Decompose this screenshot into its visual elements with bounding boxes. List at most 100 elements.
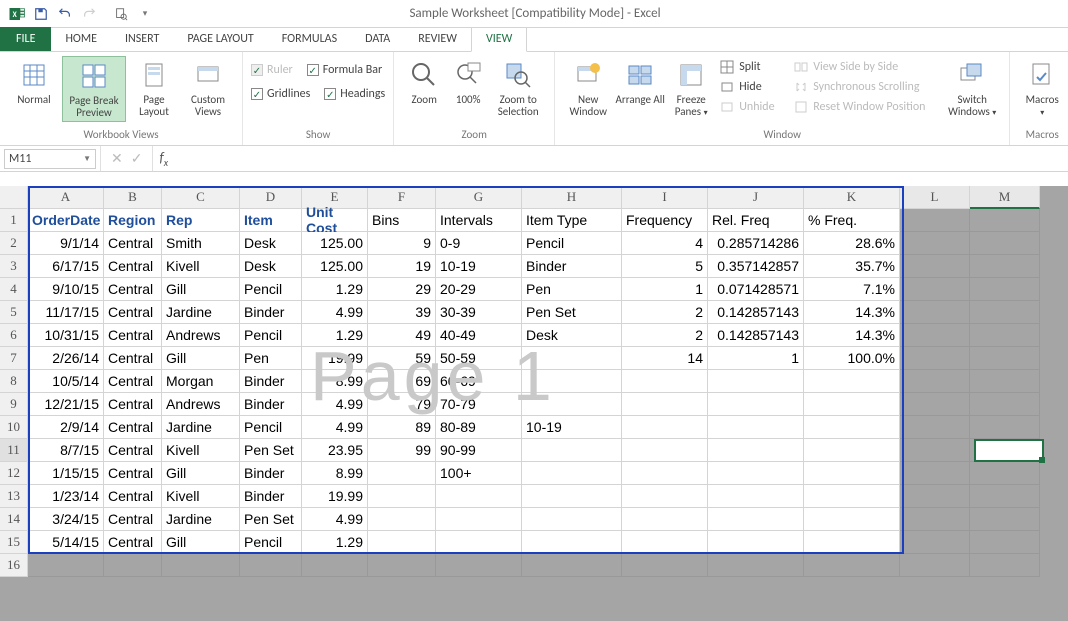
cell-D6[interactable]: Pencil [240,324,302,347]
cell-G11[interactable]: 90-99 [436,439,522,462]
freeze-panes-button[interactable]: Freeze Panes ▾ [667,56,715,121]
cell-H5[interactable]: Pen Set [522,301,622,324]
cell-E2[interactable]: 125.00 [302,232,368,255]
cell-L13[interactable] [900,485,970,508]
cell-C16[interactable] [162,554,240,577]
cell-A15[interactable]: 5/14/15 [28,531,104,554]
row-header-10[interactable]: 10 [0,416,28,439]
row-header-4[interactable]: 4 [0,278,28,301]
cell-K12[interactable] [804,462,900,485]
row-header-7[interactable]: 7 [0,347,28,370]
cell-F7[interactable]: 59 [368,347,436,370]
cell-B1[interactable]: Region [104,209,162,232]
cell-D3[interactable]: Desk [240,255,302,278]
cell-E14[interactable]: 4.99 [302,508,368,531]
cell-B6[interactable]: Central [104,324,162,347]
col-header-H[interactable]: H [522,186,622,209]
cell-A10[interactable]: 2/9/14 [28,416,104,439]
cell-G7[interactable]: 50-59 [436,347,522,370]
macros-button[interactable]: Macros▾ [1018,56,1066,121]
cell-C4[interactable]: Gill [162,278,240,301]
cell-M7[interactable] [970,347,1040,370]
cell-B12[interactable]: Central [104,462,162,485]
col-header-F[interactable]: F [368,186,436,209]
cell-M8[interactable] [970,370,1040,393]
col-header-L[interactable]: L [900,186,970,209]
cell-F10[interactable]: 89 [368,416,436,439]
tab-data[interactable]: DATA [351,28,404,51]
cell-G5[interactable]: 30-39 [436,301,522,324]
cell-B9[interactable]: Central [104,393,162,416]
cell-I16[interactable] [622,554,708,577]
cell-L4[interactable] [900,278,970,301]
cell-M4[interactable] [970,278,1040,301]
cell-K1[interactable]: % Freq. [804,209,900,232]
cell-K5[interactable]: 14.3% [804,301,900,324]
cell-I14[interactable] [622,508,708,531]
cell-B7[interactable]: Central [104,347,162,370]
cell-L15[interactable] [900,531,970,554]
cell-F13[interactable] [368,485,436,508]
cell-G3[interactable]: 10-19 [436,255,522,278]
cell-C15[interactable]: Gill [162,531,240,554]
row-header-3[interactable]: 3 [0,255,28,278]
tab-home[interactable]: HOME [51,28,111,51]
cell-L7[interactable] [900,347,970,370]
cell-H11[interactable] [522,439,622,462]
cell-L16[interactable] [900,554,970,577]
cell-L2[interactable] [900,232,970,255]
cell-H16[interactable] [522,554,622,577]
cell-C13[interactable]: Kivell [162,485,240,508]
print-preview-icon[interactable] [110,3,132,25]
cell-F6[interactable]: 49 [368,324,436,347]
cell-M10[interactable] [970,416,1040,439]
new-window-button[interactable]: New Window [563,56,613,120]
cell-I11[interactable] [622,439,708,462]
cell-H1[interactable]: Item Type [522,209,622,232]
cell-J10[interactable] [708,416,804,439]
tab-view[interactable]: VIEW [471,27,527,52]
cell-A5[interactable]: 11/17/15 [28,301,104,324]
cell-E13[interactable]: 19.99 [302,485,368,508]
cell-E5[interactable]: 4.99 [302,301,368,324]
undo-icon[interactable] [54,3,76,25]
cell-K2[interactable]: 28.6% [804,232,900,255]
cell-M6[interactable] [970,324,1040,347]
cell-B4[interactable]: Central [104,278,162,301]
cell-H2[interactable]: Pencil [522,232,622,255]
cell-K7[interactable]: 100.0% [804,347,900,370]
cell-K11[interactable] [804,439,900,462]
cell-B3[interactable]: Central [104,255,162,278]
cell-C5[interactable]: Jardine [162,301,240,324]
cell-E9[interactable]: 4.99 [302,393,368,416]
cell-D2[interactable]: Desk [240,232,302,255]
cell-G12[interactable]: 100+ [436,462,522,485]
cell-J13[interactable] [708,485,804,508]
cell-A6[interactable]: 10/31/15 [28,324,104,347]
cell-G8[interactable]: 60-69 [436,370,522,393]
cell-H12[interactable] [522,462,622,485]
cell-I13[interactable] [622,485,708,508]
cell-M14[interactable] [970,508,1040,531]
cell-A12[interactable]: 1/15/15 [28,462,104,485]
cell-B5[interactable]: Central [104,301,162,324]
cell-G15[interactable] [436,531,522,554]
cell-D13[interactable]: Binder [240,485,302,508]
tab-review[interactable]: REVIEW [404,28,471,51]
cell-E1[interactable]: Unit Cost [302,209,368,232]
cell-I15[interactable] [622,531,708,554]
cell-A7[interactable]: 2/26/14 [28,347,104,370]
cell-H7[interactable] [522,347,622,370]
col-header-D[interactable]: D [240,186,302,209]
fx-icon[interactable]: fx [153,149,174,169]
cell-E7[interactable]: 19.99 [302,347,368,370]
cell-F4[interactable]: 29 [368,278,436,301]
cell-C2[interactable]: Smith [162,232,240,255]
cell-I3[interactable]: 5 [622,255,708,278]
cell-I9[interactable] [622,393,708,416]
cell-C10[interactable]: Jardine [162,416,240,439]
cell-B10[interactable]: Central [104,416,162,439]
cell-H14[interactable] [522,508,622,531]
zoom-button[interactable]: Zoom [402,56,446,108]
cell-A9[interactable]: 12/21/15 [28,393,104,416]
